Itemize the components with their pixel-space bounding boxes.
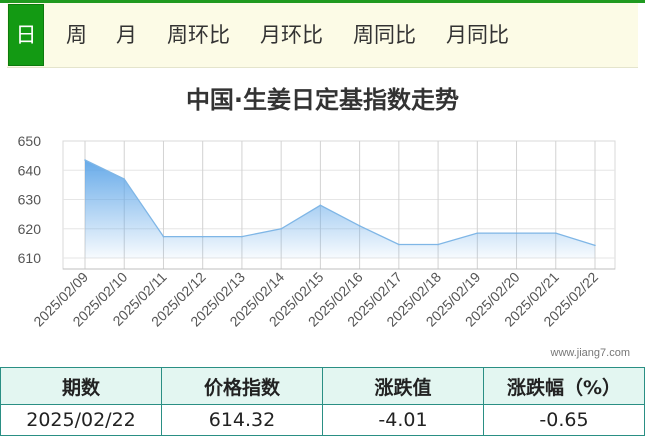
data-point <box>358 225 361 227</box>
series-area <box>85 160 595 258</box>
cell-change-percent: -0.65 <box>483 404 645 436</box>
cell-change-value: -4.01 <box>322 404 484 436</box>
data-point <box>437 243 439 246</box>
cell-price-index: 614.32 <box>161 404 323 436</box>
data-point <box>554 232 557 234</box>
y-tick-label: 620 <box>18 221 42 237</box>
data-point <box>84 159 86 161</box>
y-tick-label: 650 <box>18 133 42 149</box>
data-point <box>201 235 204 238</box>
header-change-value: 涨跌值 <box>322 367 484 405</box>
y-tick-label: 630 <box>18 192 42 208</box>
header-price-index: 价格指数 <box>161 367 323 405</box>
watermark: www.jiang7.com <box>550 347 630 359</box>
data-point <box>319 204 322 207</box>
y-tick-label: 640 <box>18 162 42 178</box>
data-point <box>162 235 165 238</box>
data-point <box>280 227 282 230</box>
data-point <box>123 178 126 180</box>
data-point <box>398 243 400 246</box>
summary-data-row: 2025/02/22 614.32 -4.01 -0.65 <box>0 404 645 436</box>
data-point <box>594 244 596 247</box>
data-point <box>476 232 479 234</box>
data-point <box>241 235 243 238</box>
summary-header-row: 期数 价格指数 涨跌值 涨跌幅（%） <box>0 367 645 405</box>
summary-table: 期数 价格指数 涨跌值 涨跌幅（%） 2025/02/22 614.32 -4.… <box>0 367 645 436</box>
data-point <box>515 232 518 234</box>
cell-period: 2025/02/22 <box>0 404 162 436</box>
header-period: 期数 <box>0 367 162 405</box>
y-tick-label: 610 <box>18 250 42 266</box>
header-change-percent: 涨跌幅（%） <box>483 367 645 405</box>
